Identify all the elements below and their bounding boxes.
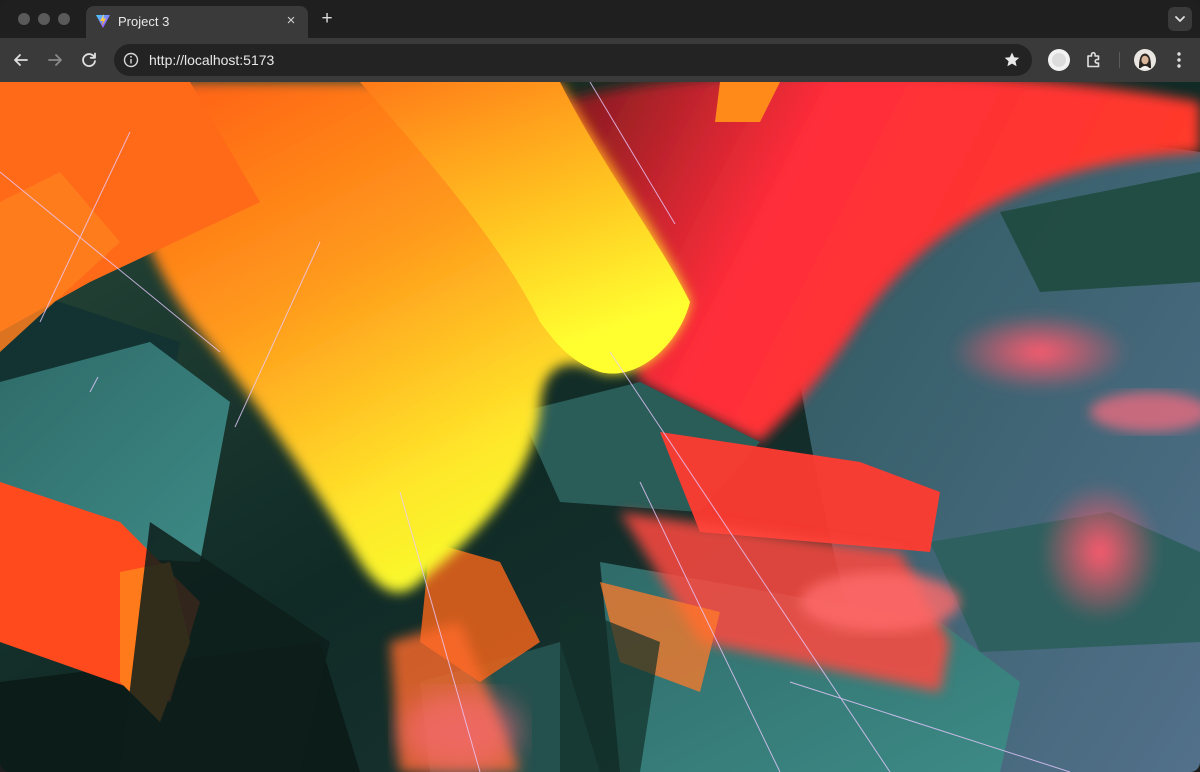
more-menu-icon[interactable]	[1167, 48, 1191, 72]
toolbar: http://localhost:5173	[0, 38, 1200, 82]
toolbar-divider	[1119, 52, 1120, 68]
abstract-render	[0, 82, 1200, 772]
tab-strip: Project 3 × +	[0, 0, 1200, 38]
zoom-window-button[interactable]	[58, 13, 70, 25]
url-text: http://localhost:5173	[149, 52, 275, 68]
tab-search-icon[interactable]	[1168, 7, 1192, 31]
close-window-button[interactable]	[18, 13, 30, 25]
tab-close-icon[interactable]: ×	[282, 12, 300, 30]
star-icon[interactable]	[1002, 50, 1022, 70]
new-tab-button[interactable]: +	[316, 8, 338, 30]
profile-circle-icon[interactable]	[1047, 48, 1071, 72]
avatar[interactable]	[1133, 48, 1157, 72]
reload-icon[interactable]	[78, 49, 100, 71]
info-icon[interactable]	[123, 52, 139, 68]
webgl-canvas[interactable]	[0, 82, 1200, 772]
vite-favicon	[96, 14, 110, 28]
tab-project-3[interactable]: Project 3 ×	[86, 6, 308, 38]
forward-icon[interactable]	[44, 49, 66, 71]
minimize-window-button[interactable]	[38, 13, 50, 25]
address-bar[interactable]: http://localhost:5173	[114, 44, 1032, 76]
tab-title: Project 3	[118, 14, 170, 29]
extensions-icon[interactable]	[1082, 48, 1106, 72]
browser-window: Project 3 × + http://localhost:5173	[0, 0, 1200, 772]
back-icon[interactable]	[10, 49, 32, 71]
